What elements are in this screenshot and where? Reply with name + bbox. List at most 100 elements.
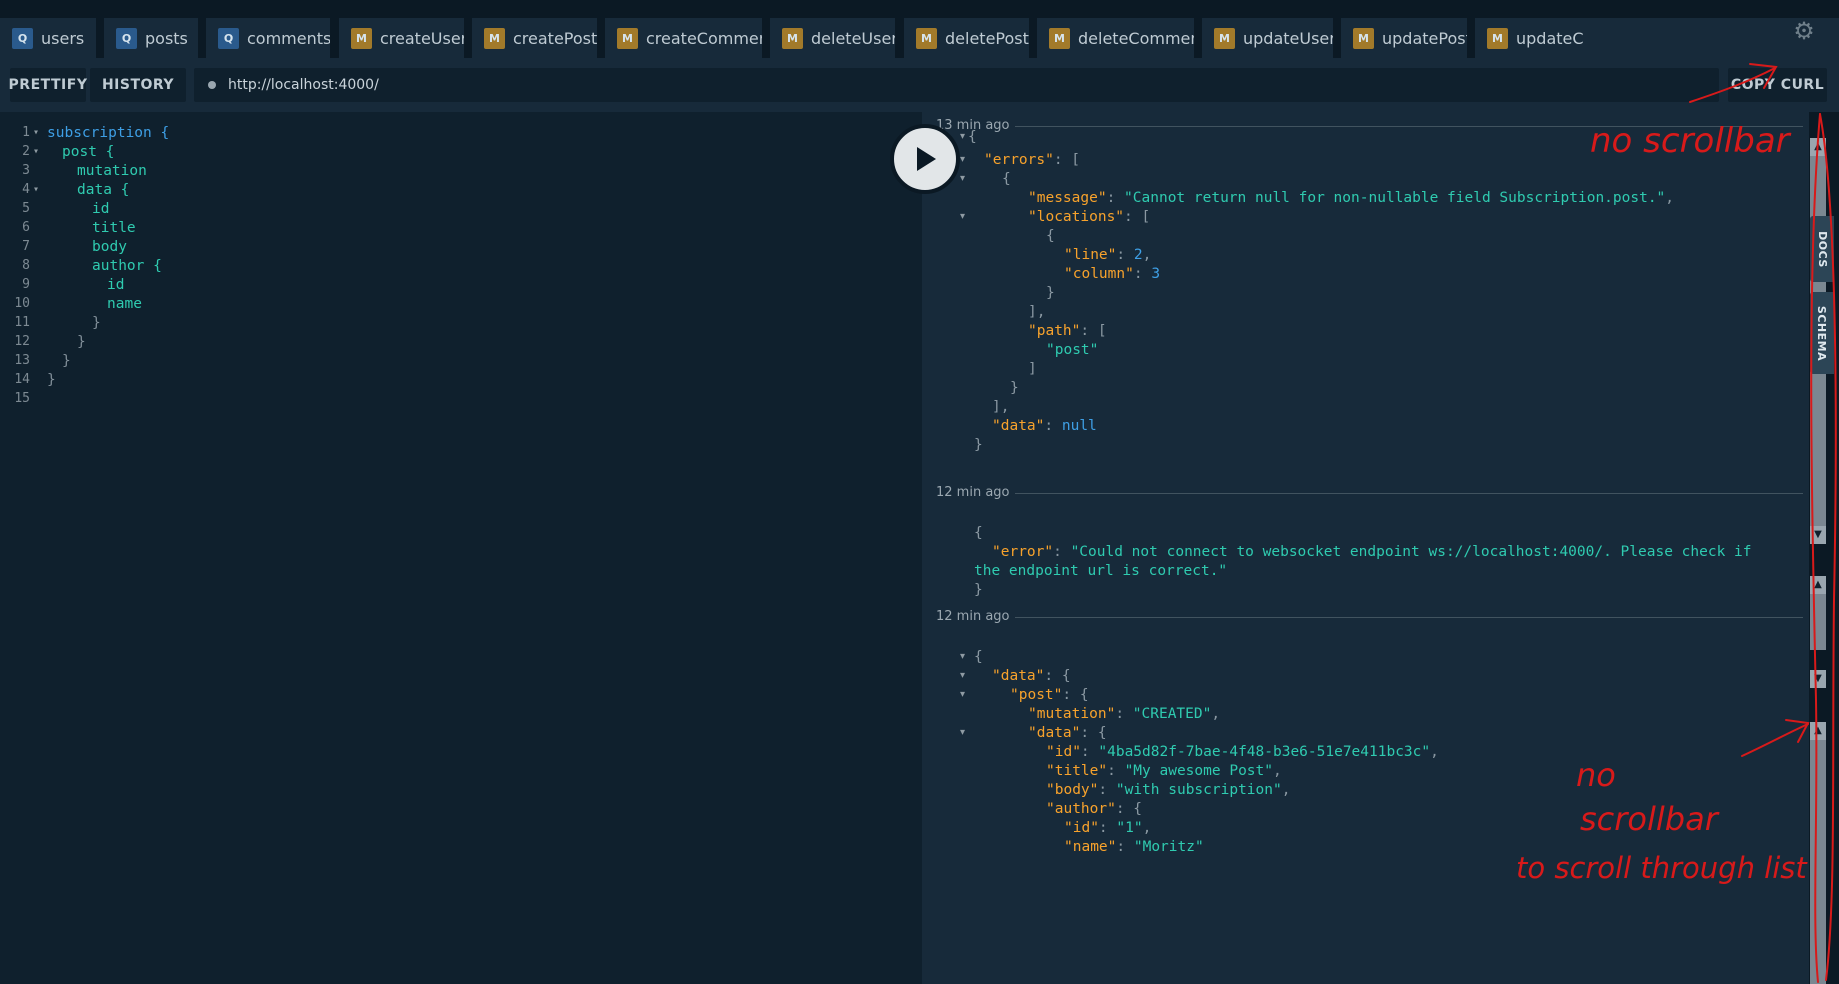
result-scrollbar-track[interactable] [1810, 740, 1826, 984]
json-string: the endpoint url is correct." [974, 563, 1228, 579]
mutation-badge-icon: M [782, 27, 803, 49]
code-line[interactable]: 15 [4, 388, 904, 410]
fold-toggle-icon[interactable]: ▾ [960, 126, 965, 148]
tab-label: createComment [646, 28, 762, 48]
history-button[interactable]: HISTORY [90, 68, 186, 102]
tab-comments[interactable]: Q comments [206, 18, 330, 58]
tab-label: deletePost [945, 28, 1029, 48]
connection-status-icon [208, 81, 216, 89]
json-brace: { [968, 129, 977, 145]
schema-tab[interactable]: SCHEMA [1810, 292, 1834, 374]
query-editor[interactable]: 1 ▾ subscription {2 ▾ post {3 mutation 4 ▾ data … [4, 112, 922, 984]
tab-updateComment[interactable]: M updateC [1475, 18, 1839, 58]
fold-toggle-icon[interactable]: ▾ [960, 722, 965, 744]
mutation-badge-icon: M [351, 27, 372, 49]
mutation-badge-icon: M [484, 27, 505, 49]
tab-deleteComment[interactable]: M deleteComment [1037, 18, 1194, 58]
json-number: 3 [1151, 266, 1161, 282]
json-key: "post" [1010, 687, 1063, 703]
json-key: "id" [1046, 744, 1081, 760]
json-line: "post" [1046, 339, 1098, 361]
result-timestamp: 12 min ago [936, 485, 1010, 500]
endpoint-url-input[interactable]: http://localhost:4000/ [194, 68, 1719, 102]
json-string: "Could not connect to websocket endpoint… [1070, 544, 1752, 560]
tab-label: createUser [380, 28, 464, 48]
scroll-down-icon[interactable]: ▼ [1810, 670, 1826, 688]
json-brace: } [974, 582, 983, 598]
tab-bar: Q users Q posts Q comments M createUser … [0, 0, 1839, 58]
fold-toggle-icon[interactable]: ▾ [960, 684, 965, 706]
tab-createUser[interactable]: M createUser [339, 18, 464, 58]
json-string: "post" [1046, 342, 1099, 358]
schema-tab-label: SCHEMA [1815, 305, 1829, 361]
tab-deleteUser[interactable]: M deleteUser [770, 18, 895, 58]
tab-label: updateUser [1243, 28, 1333, 48]
mutation-badge-icon: M [916, 27, 937, 49]
json-key: "line" [1064, 247, 1117, 263]
tab-updateUser[interactable]: M updateUser [1202, 18, 1333, 58]
scroll-up-icon[interactable]: ▲ [1810, 576, 1826, 594]
json-key: "locations" [1028, 209, 1125, 225]
json-brace: { [974, 649, 983, 665]
result-timestamp: 12 min ago [936, 609, 1010, 624]
tab-posts[interactable]: Q posts [104, 18, 198, 58]
mutation-badge-icon: M [1353, 27, 1374, 49]
json-brace: } [1010, 380, 1019, 396]
json-brace: { [1002, 171, 1011, 187]
fold-toggle-icon[interactable]: ▾ [960, 168, 965, 190]
query-badge-icon: Q [218, 27, 239, 49]
result-divider [1015, 493, 1803, 494]
result-scrollbar-track[interactable] [1810, 594, 1826, 650]
tab-updatePost[interactable]: M updatePost [1341, 18, 1467, 58]
mutation-badge-icon: M [617, 27, 638, 49]
toolbar: PRETTIFY HISTORY http://localhost:4000/ … [0, 58, 1839, 112]
prettify-button[interactable]: PRETTIFY [9, 68, 87, 102]
fold-toggle-icon[interactable]: ▾ [960, 206, 965, 228]
mutation-badge-icon: M [1487, 27, 1508, 49]
tab-users[interactable]: Q users [0, 18, 96, 58]
scroll-up-icon[interactable]: ▲ [1810, 138, 1826, 156]
json-key: "author" [1046, 801, 1116, 817]
copy-curl-button[interactable]: COPY CURL [1728, 68, 1827, 102]
json-key: "data" [1028, 725, 1081, 741]
settings-gear-icon[interactable]: ⚙ [1791, 18, 1817, 44]
scroll-up-icon[interactable]: ▲ [1810, 722, 1826, 740]
query-badge-icon: Q [116, 27, 137, 49]
query-badge-icon: Q [12, 27, 33, 49]
json-string: "Cannot return null for non-nullable fie… [1124, 190, 1666, 206]
json-key: "data" [992, 668, 1045, 684]
json-key: "mutation" [1028, 706, 1116, 722]
tab-deletePost[interactable]: M deletePost [904, 18, 1029, 58]
tab-createPost[interactable]: M createPost [472, 18, 597, 58]
json-string: "1" [1116, 820, 1143, 836]
json-number: 2 [1133, 247, 1143, 263]
line-number: 15 [14, 391, 30, 406]
tab-label: createPost [513, 28, 597, 48]
scroll-down-icon[interactable]: ▼ [1810, 526, 1826, 544]
json-key: "name" [1064, 839, 1117, 855]
docs-tab[interactable]: DOCS [1810, 216, 1834, 282]
tab-label: updatePost [1382, 28, 1467, 48]
play-icon [917, 147, 936, 171]
result-panel[interactable]: 13 min ago { ▾ "errors": [ ▾ { ▾ "messag… [922, 112, 1817, 984]
tab-label: deleteUser [811, 28, 895, 48]
mutation-badge-icon: M [1049, 27, 1070, 49]
json-brace: { [974, 525, 983, 541]
tab-createComment[interactable]: M createComment [605, 18, 762, 58]
result-divider [1015, 617, 1803, 618]
tab-label: posts [145, 28, 188, 48]
json-line: "errors": [ [984, 152, 1081, 168]
json-key: "message" [1028, 190, 1107, 206]
json-string: "My awesome Post" [1124, 763, 1273, 779]
json-key: "column" [1064, 266, 1134, 282]
execute-query-button[interactable] [890, 124, 960, 194]
tab-label: updateC [1516, 28, 1584, 48]
json-key: "errors" [984, 152, 1054, 168]
json-brace: } [974, 437, 983, 453]
tab-label: comments [247, 28, 330, 48]
docs-tab-label: DOCS [1815, 230, 1829, 268]
json-string: "CREATED" [1132, 706, 1212, 722]
json-brace: { [1046, 228, 1055, 244]
tab-label: users [41, 28, 85, 48]
json-key: "body" [1046, 782, 1099, 798]
